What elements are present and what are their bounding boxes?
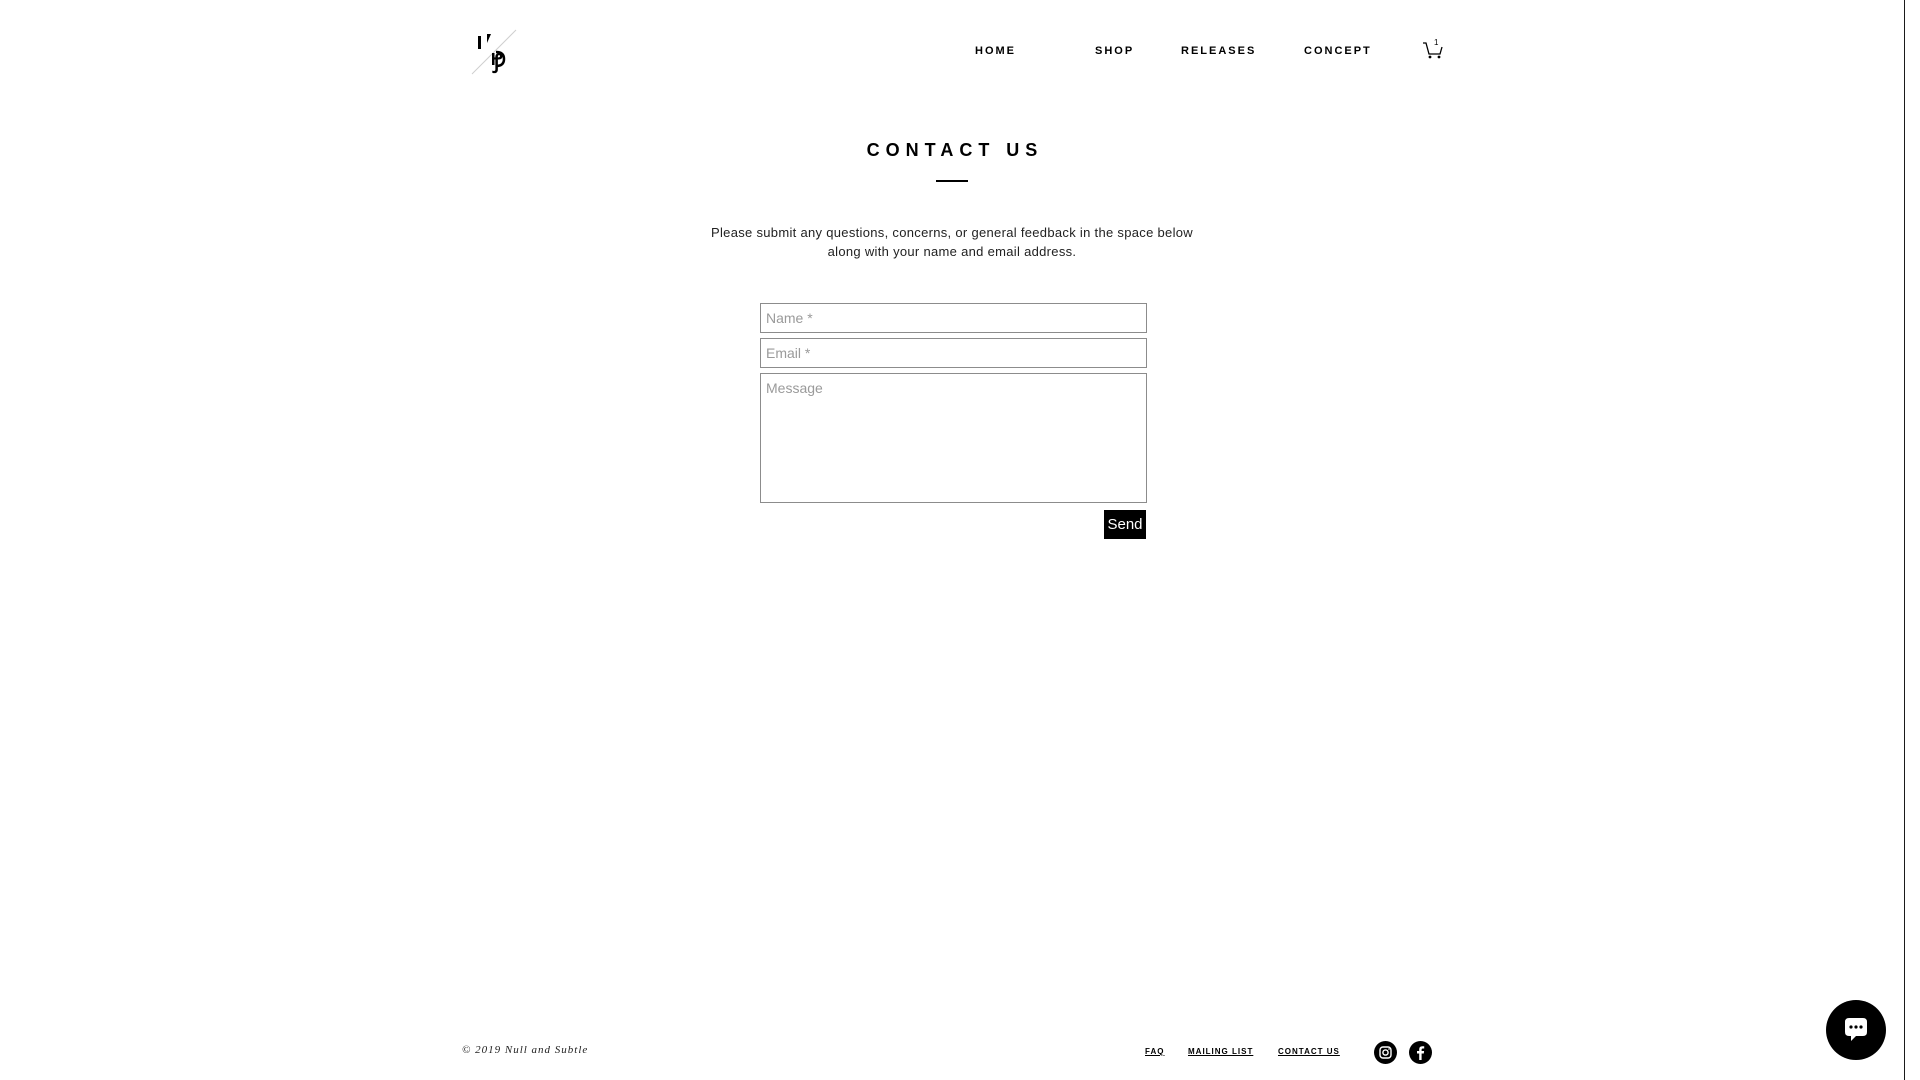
scrollbar-edge	[1904, 0, 1905, 1080]
intro-text: Please submit any questions, concerns, o…	[0, 223, 1904, 261]
instagram-button[interactable]	[1374, 1041, 1397, 1064]
footer-link-faq[interactable]: FAQ	[1145, 1047, 1164, 1056]
footer-link-mailing-list[interactable]: MAILING LIST	[1188, 1047, 1253, 1056]
instagram-icon	[1379, 1046, 1392, 1059]
intro-line-1: Please submit any questions, concerns, o…	[711, 225, 1193, 240]
message-textarea[interactable]	[760, 373, 1147, 503]
facebook-icon	[1417, 1046, 1425, 1060]
title-divider	[936, 180, 968, 182]
footer-link-contact-us[interactable]: CONTACT US	[1278, 1047, 1340, 1056]
cart-button[interactable]: 1	[1422, 38, 1444, 60]
nav-releases[interactable]: RELEASES	[1181, 45, 1256, 57]
cart-count: 1	[1434, 38, 1439, 47]
logo-icon[interactable]: ꝭ	[470, 28, 518, 76]
nav-shop[interactable]: SHOP	[1095, 45, 1134, 57]
facebook-button[interactable]	[1409, 1041, 1432, 1064]
copyright-text: © 2019 Null and Subtle	[462, 1044, 589, 1056]
email-input[interactable]	[760, 338, 1147, 368]
chat-button[interactable]	[1826, 1000, 1886, 1060]
nav-concept[interactable]: CONCEPT	[1304, 45, 1372, 57]
intro-line-2: along with your name and email address.	[827, 244, 1077, 259]
page-title: CONTACT US	[866, 140, 1044, 160]
name-input[interactable]	[760, 303, 1147, 333]
cart-icon	[1423, 42, 1443, 59]
chat-icon	[1845, 1018, 1867, 1041]
send-button[interactable]: Send	[1104, 510, 1146, 539]
nav-home[interactable]: HOME	[975, 45, 1016, 57]
page: ꝭ HOME SHOP RELEASES CONCEPT 1 CONTACT U…	[0, 0, 1920, 1080]
